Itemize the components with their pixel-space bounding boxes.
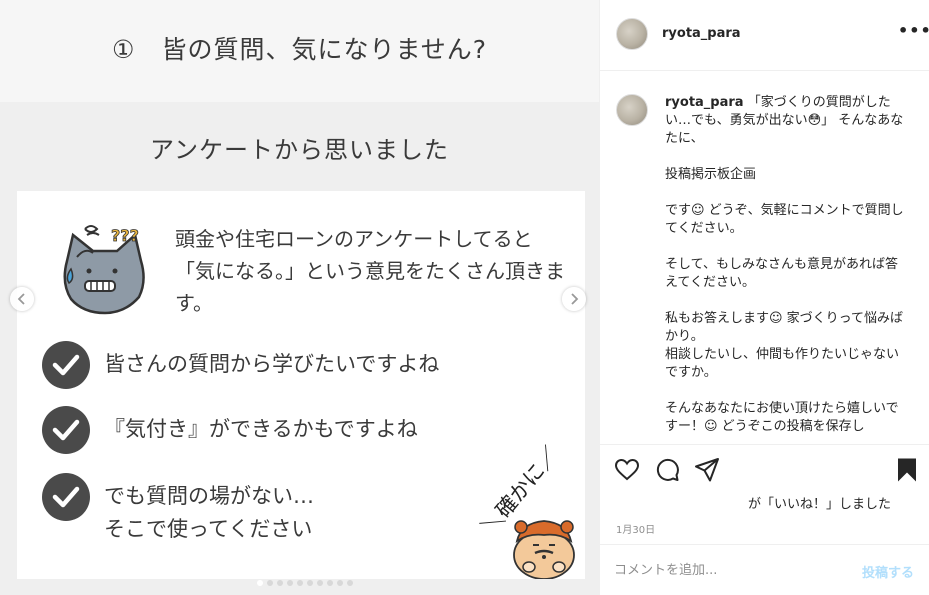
carousel-dot [297,580,303,586]
heart-icon[interactable] [614,457,640,483]
avatar[interactable] [616,18,648,50]
check-item-line: そこで使ってください [104,517,313,541]
card-intro-text: 頭金や住宅ローンのアンケートしてると「気になる。」という意見をたくさん頂きます。 [175,227,565,315]
chevron-right-icon [571,293,579,305]
avatar[interactable] [616,94,648,126]
carousel-dot [277,580,283,586]
likes-text[interactable]: が「いいね！」しました [748,493,891,512]
hamster-illustration [513,520,575,579]
check-icon [42,473,90,521]
carousel-dot [337,580,343,586]
carousel-prev-button[interactable] [10,287,34,311]
carousel-dot [267,580,273,586]
check-icon [42,406,90,454]
carousel-dot [327,580,333,586]
post-side-panel: ryota_para ••• ryota_para 「家づくりの質問がしたい…で… [599,0,929,595]
carousel-dot [257,580,263,586]
more-options-icon[interactable]: ••• [898,23,929,44]
post-image[interactable]: ① 皆の質問、気になりません? アンケートから思いました ??? 頭金や住宅ロー… [0,0,599,595]
post-date[interactable]: 1月30日 [616,521,655,536]
carousel-next-button[interactable] [562,287,586,311]
comment-icon[interactable] [654,457,680,483]
comments-area[interactable]: ryota_para 「家づくりの質問がしたい…でも、勇気が出ない😳」 そんなあ… [600,72,929,444]
check-item-text: 皆さんの質問から学びたいですよね [104,352,440,376]
chevron-left-icon [17,293,25,305]
add-comment-bar: 投稿する [600,544,929,595]
check-icon [42,341,90,389]
caption-username[interactable]: ryota_para [665,95,744,110]
header-username[interactable]: ryota_para [662,26,741,41]
carousel-dot [317,580,323,586]
image-title: ① 皆の質問、気になりません? [112,35,487,64]
worried-cat-illustration: ??? [63,225,145,315]
image-subtitle: アンケートから思いました [149,136,450,164]
post-caption: ryota_para 「家づくりの質問がしたい…でも、勇気が出ない😳」 そんなあ… [665,94,910,436]
action-bar: が「いいね！」しました 1月30日 [600,444,929,544]
svg-text:???: ??? [111,226,139,245]
check-item-line: でも質問の場がない… [104,484,314,508]
comment-input[interactable] [614,559,844,581]
check-item-text: 『気付き』ができるかもですよね [104,417,418,441]
carousel-dot [347,580,353,586]
carousel-dot [287,580,293,586]
share-icon[interactable] [694,457,720,483]
carousel-dot [307,580,313,586]
post-comment-button[interactable]: 投稿する [862,562,914,581]
post-header: ryota_para ••• [600,0,929,71]
check-item-text: でも質問の場がない… そこで使ってください [104,480,314,546]
caption-text: 「家づくりの質問がしたい…でも、勇気が出ない😳」 そんなあなたに、 投稿掲示板企… [665,95,904,434]
carousel-indicator [257,580,353,586]
image-card: ??? 頭金や住宅ローンのアンケートしてると「気になる。」という意見をたくさん頂… [17,191,585,579]
bookmark-icon[interactable] [894,457,920,483]
